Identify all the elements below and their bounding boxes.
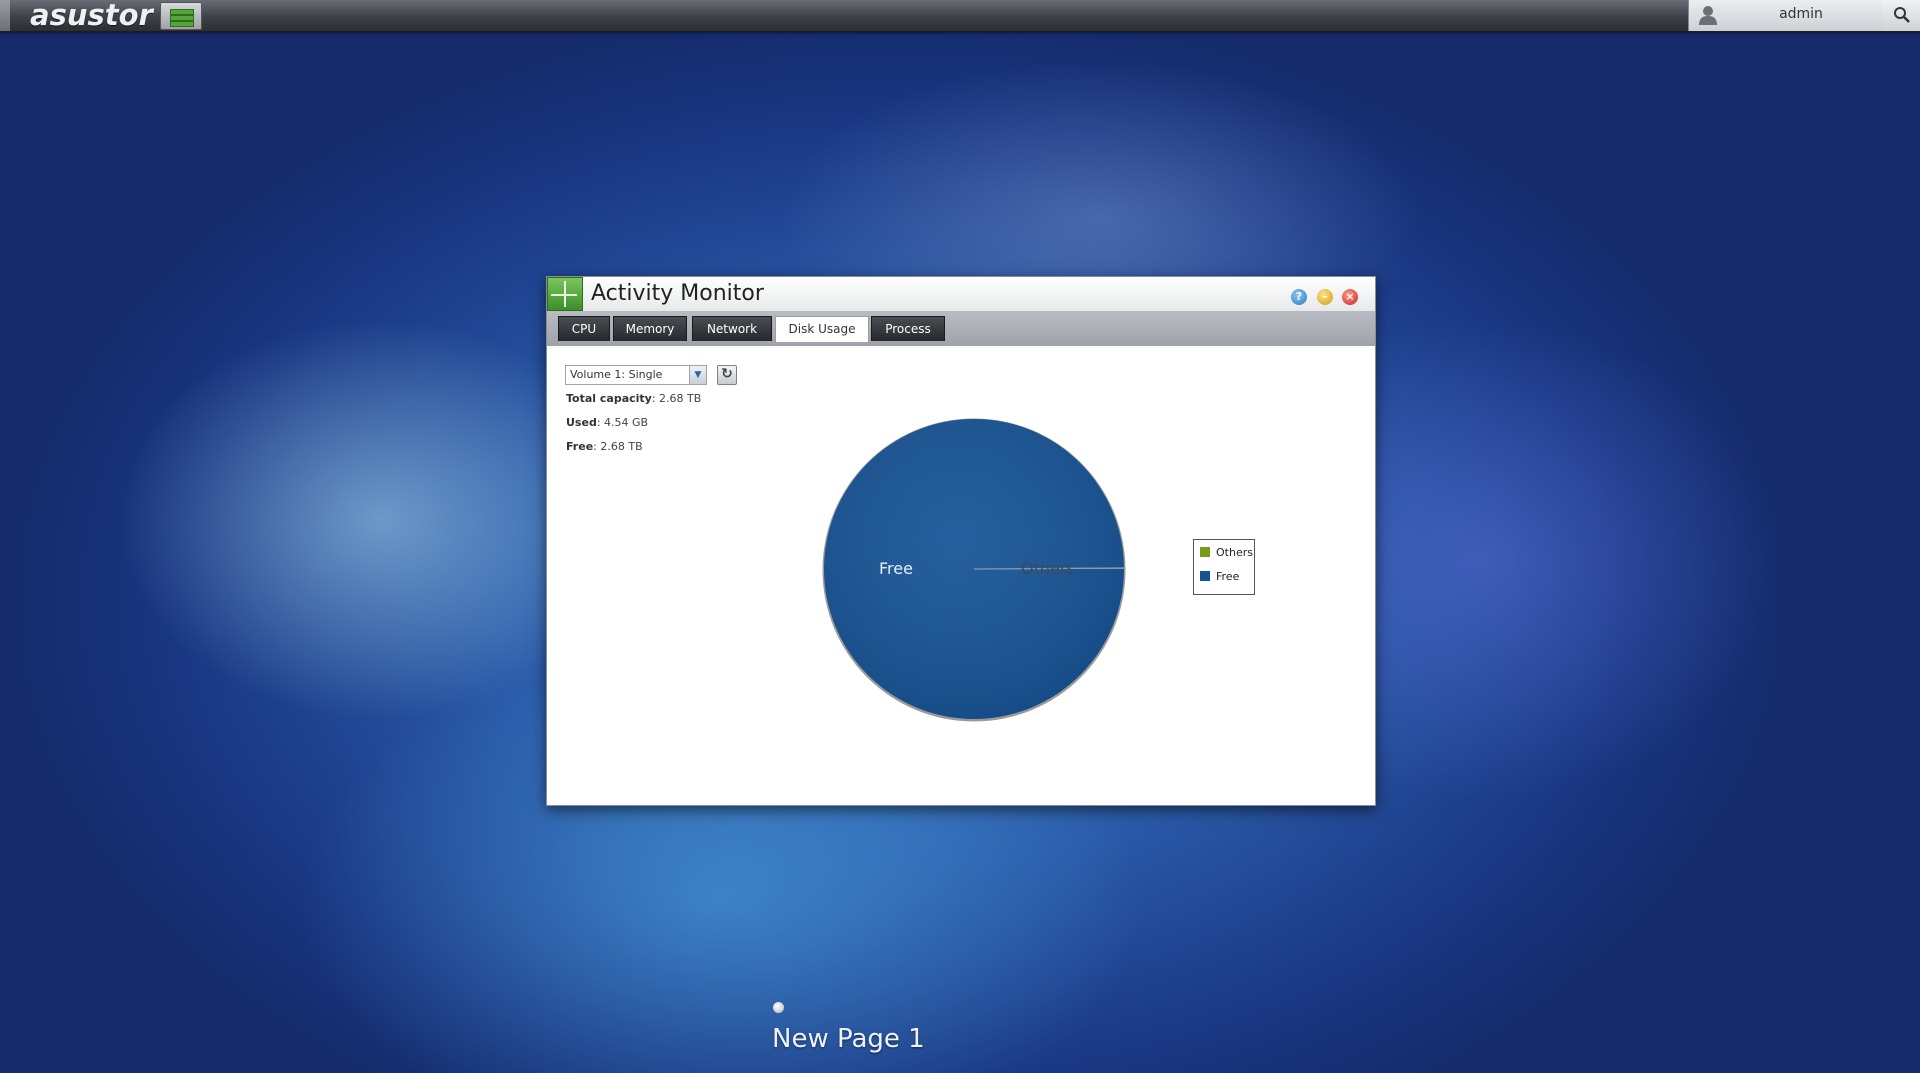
total-capacity-label: Total capacity [566,392,652,405]
top-bar: asustor admin [0,0,1920,32]
search-icon [1894,7,1910,23]
activity-monitor-icon [547,277,583,311]
close-button[interactable]: × [1342,289,1358,305]
user-menu[interactable]: admin [1688,0,1884,31]
legend-label-others: Others [1216,546,1253,559]
user-name: admin [1779,6,1823,22]
chevron-down-icon[interactable]: ▼ [689,366,706,384]
free-value: 2.68 TB [600,440,643,453]
refresh-button[interactable]: ↻ [717,365,737,385]
user-icon [1699,6,1717,25]
free-line: Free: 2.68 TB [566,440,643,453]
legend-swatch-others [1200,547,1210,557]
window-titlebar[interactable]: Activity Monitor ? – × [547,277,1375,311]
refresh-icon: ↻ [721,366,733,382]
tab-disk-usage[interactable]: Disk Usage [775,316,869,342]
minimize-button[interactable]: – [1317,289,1333,305]
topbar-edge [0,0,10,31]
stack-icon-bar [170,21,194,27]
search-button[interactable] [1883,0,1920,31]
pie-label-free: Free [879,559,913,578]
chart-legend: Others Free [1193,539,1255,595]
used-value: 4.54 GB [604,416,649,429]
pie-label-others: Others [1021,559,1075,578]
show-desktop-button[interactable] [160,2,202,30]
activity-monitor-window: Activity Monitor ? – × CPU Memory Networ… [546,276,1376,806]
window-title: Activity Monitor [591,281,764,306]
volume-select[interactable]: Volume 1: Single ▼ [565,365,707,385]
legend-item-others: Others [1200,546,1253,559]
tab-bar: CPU Memory Network Disk Usage Process [547,311,1375,346]
volume-select-value: Volume 1: Single [570,368,663,381]
asustor-logo: asustor [30,0,153,32]
tab-network[interactable]: Network [692,316,772,341]
free-label: Free [566,440,594,453]
desktop-page-label: New Page 1 [772,1024,925,1054]
page-indicator-dot[interactable] [773,1002,784,1013]
used-line: Used: 4.54 GB [566,416,649,429]
legend-swatch-free [1200,571,1210,581]
total-capacity-line: Total capacity: 2.68 TB [566,392,702,405]
close-icon: × [1345,290,1355,303]
help-button[interactable]: ? [1291,289,1307,305]
disk-usage-panel: Volume 1: Single ▼ ↻ Total capacity: 2.6… [547,346,1375,805]
tab-cpu[interactable]: CPU [558,316,610,341]
tab-memory[interactable]: Memory [613,316,687,341]
legend-label-free: Free [1216,570,1240,583]
help-icon: ? [1295,290,1303,303]
disk-usage-pie-chart: Free Others [822,418,1126,722]
total-capacity-value: 2.68 TB [659,392,702,405]
used-label: Used [566,416,597,429]
legend-item-free: Free [1200,570,1239,583]
tab-process[interactable]: Process [871,316,945,341]
minimize-icon: – [1322,290,1328,303]
